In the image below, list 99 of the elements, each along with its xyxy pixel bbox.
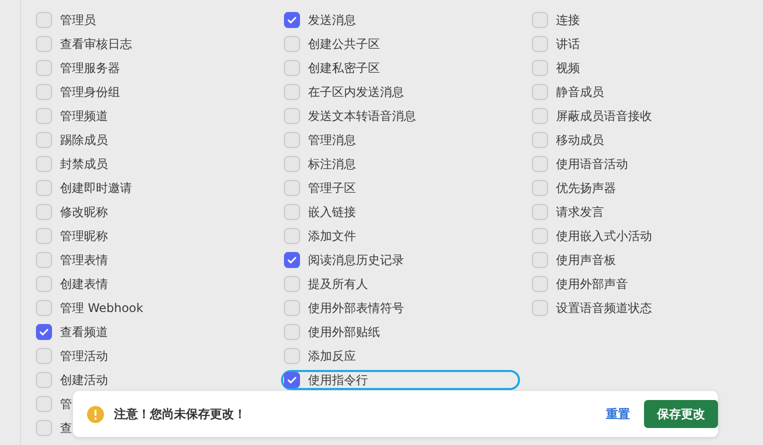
checkbox[interactable] [532, 36, 548, 52]
permission-label: 管理消息 [308, 132, 356, 148]
checkbox[interactable] [36, 252, 52, 268]
permission-label: 修改昵称 [60, 204, 108, 220]
permission-label: 发送消息 [308, 12, 356, 28]
checkbox[interactable] [532, 108, 548, 124]
permission-label: 封禁成员 [60, 156, 108, 172]
checkbox[interactable] [532, 252, 548, 268]
checkbox[interactable] [532, 60, 548, 76]
permission-label: 使用外部表情符号 [308, 300, 404, 316]
permission-label: 管理 Webhook [60, 300, 144, 316]
checkbox[interactable] [532, 180, 548, 196]
permission-label: 查看审核日志 [60, 36, 132, 52]
save-button[interactable]: 保存更改 [644, 400, 718, 428]
permission-label: 屏蔽成员语音接收 [556, 108, 652, 124]
permission-label: 移动成员 [556, 132, 604, 148]
permission-label: 管理服务器 [60, 60, 120, 76]
checkbox[interactable] [284, 60, 300, 76]
permission-label: 在子区内发送消息 [308, 84, 404, 100]
checkbox[interactable] [284, 372, 300, 388]
permission-label: 嵌入链接 [308, 204, 356, 220]
permission-label: 管理员 [60, 12, 96, 28]
permission-label: 使用嵌入式小活动 [556, 228, 652, 244]
permission-label: 创建活动 [60, 372, 108, 388]
checkbox[interactable] [36, 84, 52, 100]
checkbox[interactable] [36, 60, 52, 76]
checkbox[interactable] [36, 204, 52, 220]
checkbox[interactable] [284, 204, 300, 220]
checkbox[interactable] [36, 276, 52, 292]
permission-label: 设置语音频道状态 [556, 300, 652, 316]
permission-label: 使用指令行 [308, 372, 368, 388]
permission-label: 添加反应 [308, 348, 356, 364]
checkbox[interactable] [284, 156, 300, 172]
permission-label: 创建即时邀请 [60, 180, 132, 196]
permission-label: 优先扬声器 [556, 180, 616, 196]
checkbox[interactable] [284, 252, 300, 268]
permission-label: 管理昵称 [60, 228, 108, 244]
checkbox[interactable] [36, 156, 52, 172]
permission-label: 查 [60, 420, 72, 436]
checkbox[interactable] [532, 276, 548, 292]
checkbox[interactable] [532, 204, 548, 220]
permission-label: 发送文本转语音消息 [308, 108, 416, 124]
permission-label: 添加文件 [308, 228, 356, 244]
checkbox[interactable] [36, 300, 52, 316]
checkbox[interactable] [284, 180, 300, 196]
permission-label: 创建公共子区 [308, 36, 380, 52]
checkbox[interactable] [532, 12, 548, 28]
checkbox[interactable] [284, 228, 300, 244]
permission-label: 提及所有人 [308, 276, 368, 292]
permission-label: 使用语音活动 [556, 156, 628, 172]
permission-label: 管理身份组 [60, 84, 120, 100]
permission-label: 创建表情 [60, 276, 108, 292]
checkbox[interactable] [532, 156, 548, 172]
checkbox[interactable] [532, 228, 548, 244]
permission-label: 踢除成员 [60, 132, 108, 148]
checkbox[interactable] [532, 84, 548, 100]
checkbox[interactable] [284, 132, 300, 148]
checkbox[interactable] [36, 228, 52, 244]
checkbox[interactable] [284, 12, 300, 28]
checkbox[interactable] [284, 300, 300, 316]
checkbox[interactable] [36, 12, 52, 28]
warning-icon [87, 406, 104, 422]
permission-label: 使用声音板 [556, 252, 616, 268]
permission-label: 标注消息 [308, 156, 356, 172]
permission-label: 使用外部贴纸 [308, 324, 380, 340]
checkbox[interactable] [36, 180, 52, 196]
focused-permission-row[interactable]: 使用指令行 [281, 370, 520, 390]
permission-label: 讲话 [556, 36, 580, 52]
checkbox[interactable] [284, 348, 300, 364]
checkbox[interactable] [36, 36, 52, 52]
permission-label: 管理子区 [308, 180, 356, 196]
permission-label: 使用外部声音 [556, 276, 628, 292]
checkbox[interactable] [284, 36, 300, 52]
permission-label: 管 [60, 396, 72, 412]
permission-label: 创建私密子区 [308, 60, 380, 76]
permission-label: 请求发言 [556, 204, 604, 220]
checkbox[interactable] [284, 324, 300, 340]
permission-label: 管理频道 [60, 108, 108, 124]
permission-label: 阅读消息历史记录 [308, 252, 404, 268]
permission-label: 管理活动 [60, 348, 108, 364]
reset-link[interactable]: 重置 [602, 404, 634, 424]
checkbox[interactable] [36, 420, 52, 436]
checkbox[interactable] [284, 108, 300, 124]
checkbox[interactable] [36, 396, 52, 412]
checkbox[interactable] [284, 276, 300, 292]
checkbox[interactable] [36, 132, 52, 148]
permission-label: 查看频道 [60, 324, 108, 340]
checkbox[interactable] [36, 348, 52, 364]
permission-label: 视频 [556, 60, 580, 76]
checkbox[interactable] [532, 132, 548, 148]
permission-label: 管理表情 [60, 252, 108, 268]
checkbox[interactable] [36, 324, 52, 340]
checkbox[interactable] [36, 108, 52, 124]
checkbox[interactable] [36, 372, 52, 388]
checkbox[interactable] [532, 300, 548, 316]
checkbox[interactable] [284, 84, 300, 100]
permission-label: 静音成员 [556, 84, 604, 100]
permission-label: 连接 [556, 12, 580, 28]
unsaved-message: 注意！您尚未保存更改！ [114, 406, 246, 422]
